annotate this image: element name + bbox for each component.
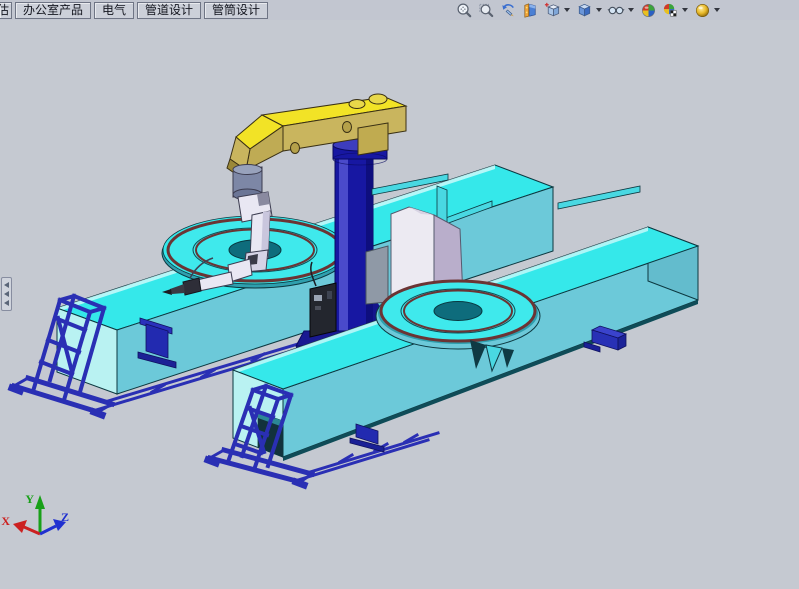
zoom-to-area-button[interactable] [476, 1, 497, 20]
edit-appearance-icon [639, 1, 658, 20]
tab-evaluate-partial[interactable]: 估 [0, 2, 12, 19]
graphics-area[interactable]: Y X Z [0, 20, 799, 589]
triad-y-label: Y [25, 492, 34, 506]
collapse-arrow-icon [4, 300, 9, 306]
tab-electrical[interactable]: 电气 [94, 2, 134, 19]
tab-piping-design[interactable]: 管道设计 [137, 2, 201, 19]
view-settings-dropdown[interactable] [714, 8, 720, 12]
triad-x-label: X [1, 514, 10, 528]
apply-scene-icon [661, 1, 680, 20]
heads-up-view-toolbar [454, 1, 723, 20]
tab-tube-design[interactable]: 管筒设计 [204, 2, 268, 19]
hide-show-items-dropdown[interactable] [628, 8, 634, 12]
tab-office-products[interactable]: 办公室产品 [15, 2, 91, 19]
hide-show-items-button[interactable] [606, 1, 627, 20]
collapse-arrow-icon [4, 282, 9, 288]
zoom-to-fit-icon [455, 1, 474, 20]
previous-view-button[interactable] [498, 1, 519, 20]
display-style-icon [575, 1, 594, 20]
section-view-button[interactable] [520, 1, 541, 20]
graphics-viewport[interactable]: Y X Z [0, 20, 799, 589]
view-settings-button[interactable] [692, 1, 713, 20]
ring-center-hole[interactable] [434, 302, 482, 321]
cad-application-window: 估 办公室产品 电气 管道设计 管筒设计 [0, 0, 799, 589]
collapse-arrow-icon [4, 291, 9, 297]
view-orientation-button[interactable] [542, 1, 563, 20]
command-manager-toolbar: 估 办公室产品 电气 管道设计 管筒设计 [0, 0, 799, 21]
display-style-dropdown[interactable] [596, 8, 602, 12]
edit-appearance-button[interactable] [638, 1, 659, 20]
zoom-to-fit-button[interactable] [454, 1, 475, 20]
view-orientation-icon [543, 1, 562, 20]
featuremanager-collapse-button[interactable] [1, 277, 12, 311]
zoom-to-area-icon [477, 1, 496, 20]
view-settings-icon [693, 1, 712, 20]
view-orientation-dropdown[interactable] [564, 8, 570, 12]
hide-show-items-icon [607, 1, 626, 20]
apply-scene-button[interactable] [660, 1, 681, 20]
display-style-button[interactable] [574, 1, 595, 20]
triad-z-label: Z [61, 510, 69, 524]
section-view-icon [521, 1, 540, 20]
previous-view-icon [499, 1, 518, 20]
apply-scene-dropdown[interactable] [682, 8, 688, 12]
